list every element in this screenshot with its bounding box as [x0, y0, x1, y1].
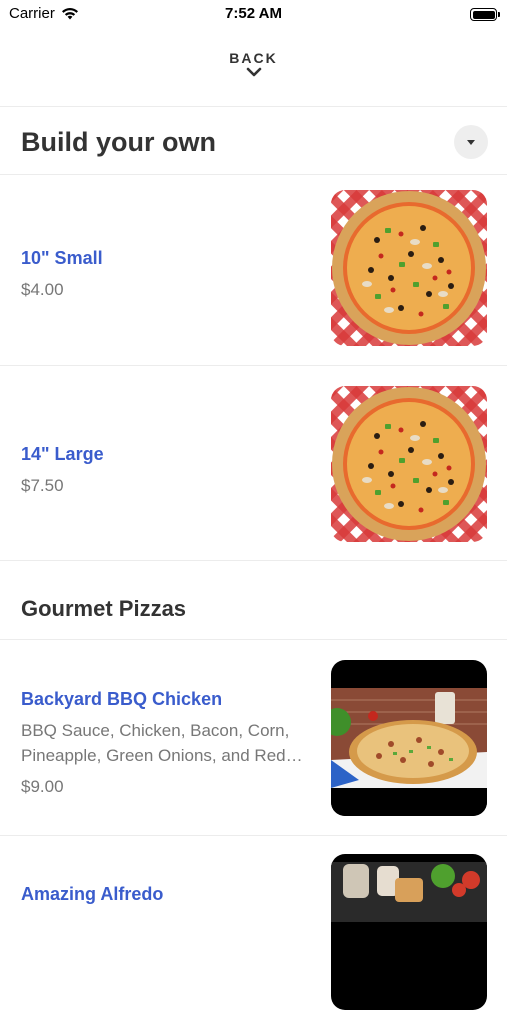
menu-item-amazing-alfredo[interactable]: Amazing Alfredo	[0, 836, 507, 1010]
back-label: BACK	[229, 50, 278, 66]
item-name: Backyard BBQ Chicken	[21, 689, 223, 709]
back-button[interactable]: BACK	[0, 50, 507, 90]
pizza-image	[331, 190, 487, 346]
chevron-down-icon	[246, 67, 261, 77]
menu-item-backyard-bbq-chicken[interactable]: Backyard BBQ Chicken BBQ Sauce, Chicken,…	[0, 640, 507, 835]
section-title-build-your-own: Build your own	[21, 127, 216, 157]
item-name: 10" Small	[21, 248, 103, 268]
status-time: 7:52 AM	[225, 5, 282, 22]
divider	[0, 560, 507, 561]
pizza-image	[331, 854, 487, 1010]
item-name: 14" Large	[21, 444, 104, 464]
pizza-image	[331, 386, 487, 542]
battery-tip	[498, 12, 500, 17]
battery-icon	[470, 8, 497, 21]
description-line: BBQ Sauce, Chicken, Bacon, Corn,	[21, 721, 290, 740]
item-name: Amazing Alfredo	[21, 884, 164, 904]
caret-down-icon	[467, 139, 475, 145]
menu-item-14-large[interactable]: 14" Large $7.50	[0, 366, 507, 560]
item-price: $7.50	[21, 476, 64, 495]
section-title-gourmet-pizzas: Gourmet Pizzas	[21, 596, 187, 621]
pizza-image	[331, 660, 487, 816]
collapse-button[interactable]	[454, 125, 488, 159]
item-price: $9.00	[21, 777, 64, 796]
description-line: Pineapple, Green Onions, and Red…	[21, 746, 303, 765]
status-bar: Carrier 7:52 AM	[0, 0, 507, 30]
item-price: $4.00	[21, 280, 64, 299]
item-description: BBQ Sauce, Chicken, Bacon, Corn, Pineapp…	[21, 718, 313, 768]
menu-item-10-small[interactable]: 10" Small $4.00	[0, 175, 507, 365]
divider	[0, 106, 507, 107]
